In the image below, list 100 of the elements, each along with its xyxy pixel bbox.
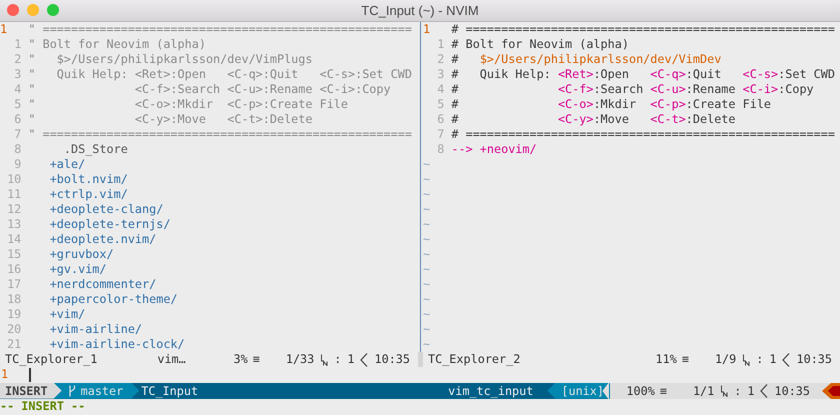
clock-time: 10:35 xyxy=(374,352,410,367)
empty-line-marker: ~ xyxy=(423,262,430,277)
line-number: 14 xyxy=(6,232,22,247)
line-number: 2 xyxy=(13,52,22,67)
code-line: # $>/Users/philipkarlsson/dev/VimDev xyxy=(451,52,722,67)
code-line: " $>/Users/philipkarlsson/dev/VimPlugs xyxy=(28,52,312,67)
menu-glyph: ≡ xyxy=(252,352,260,367)
line-number: 6 xyxy=(13,112,22,127)
line-position: 1/33 xyxy=(286,352,314,367)
zoom-button[interactable] xyxy=(47,4,59,16)
line-number-icon xyxy=(320,354,328,366)
code-line: " ==================================================== xyxy=(28,22,412,37)
empty-line-marker: ~ xyxy=(423,157,430,172)
code-line: # ==================================================== xyxy=(451,127,835,142)
line-number: 8 xyxy=(436,142,444,157)
code-line: +papercolor-theme/ xyxy=(48,292,178,307)
line-number: 1 xyxy=(436,37,444,52)
line-number-icon xyxy=(720,384,728,397)
column-number: 1 xyxy=(747,382,754,399)
line-number: 10 xyxy=(6,172,22,187)
code-line: +vim-airline-clock/ xyxy=(48,337,185,352)
line-number: 5 xyxy=(13,97,22,112)
line-number: 7 xyxy=(436,127,444,142)
branch-name: master xyxy=(80,382,124,399)
close-button[interactable] xyxy=(7,4,19,16)
filetype-label: vim… xyxy=(157,352,186,367)
line-number: 2 xyxy=(436,52,444,67)
line-number: 21 xyxy=(6,337,22,352)
line-number: 4 xyxy=(13,82,22,97)
line-number: 11 xyxy=(6,187,22,202)
separator-glyph: : xyxy=(734,382,742,399)
line-number: 15 xyxy=(6,247,22,262)
chevron-left-icon xyxy=(782,352,790,366)
chevron-left-icon xyxy=(360,352,368,366)
code-line: " ==================================================== xyxy=(28,127,412,142)
line-number: 1 xyxy=(13,37,22,52)
code-line: +gruvbox/ xyxy=(48,247,114,262)
code-line: " <C-f>:Search <C-u>:Rename <C-i>:Copy xyxy=(28,82,391,97)
code-line: +ale/ xyxy=(48,157,86,172)
menu-glyph: ≡ xyxy=(660,382,667,399)
line-number: 8 xyxy=(13,142,22,157)
window-name: TC_Explorer_1 xyxy=(4,352,98,367)
chevron-left-icon xyxy=(760,384,768,398)
file-name: TC_Input xyxy=(140,382,198,399)
code-line: .DS_Store xyxy=(62,142,128,157)
empty-line-marker: ~ xyxy=(423,217,430,232)
code-line: +ctrlp.vim/ xyxy=(48,187,128,202)
code-line: +deoplete.nvim/ xyxy=(48,232,156,247)
window-title: TC_Input (~) - NVIM xyxy=(361,3,479,18)
scroll-percent: 3% xyxy=(234,352,248,367)
empty-line-marker: ~ xyxy=(423,337,430,352)
mode-indicator: INSERT xyxy=(0,382,62,399)
line-number: 4 xyxy=(436,82,444,97)
empty-line-marker: ~ xyxy=(423,172,430,187)
line-position: 1/9 xyxy=(714,352,736,367)
code-line: # <C-o>:Mkdir <C-p>:Create File xyxy=(451,97,772,112)
window-name: TC_Explorer_2 xyxy=(427,352,520,367)
edge-marker-icon xyxy=(822,382,840,399)
line-number: 1 xyxy=(1,367,10,382)
code-line: --> +neovim/ xyxy=(451,142,537,157)
code-line: # ==================================================== xyxy=(451,22,835,37)
scroll-percent: 11% xyxy=(656,352,677,367)
line-number: 16 xyxy=(6,262,22,277)
empty-line-marker: ~ xyxy=(423,277,430,292)
line-number: 6 xyxy=(436,112,444,127)
minimize-button[interactable] xyxy=(27,4,39,16)
line-number: 19 xyxy=(6,307,22,322)
code-line: +nerdcommenter/ xyxy=(48,277,156,292)
line-number-icon xyxy=(742,354,750,366)
line-number: 20 xyxy=(6,322,22,337)
empty-line-marker: ~ xyxy=(423,307,430,322)
mode-message: -- INSERT -- xyxy=(0,398,86,413)
empty-line-marker: ~ xyxy=(423,322,430,337)
empty-line-marker: ~ xyxy=(423,292,430,307)
line-number: 3 xyxy=(436,67,444,82)
line-number: 3 xyxy=(13,67,22,82)
code-line: +gv.vim/ xyxy=(48,262,107,277)
scroll-percent: 100% xyxy=(626,382,655,399)
code-line: +bolt.nvim/ xyxy=(48,172,128,187)
filetype-label: vim_tc_input xyxy=(448,382,534,399)
column-number: 1 xyxy=(347,352,354,367)
line-number: 18 xyxy=(6,292,22,307)
line-number: 7 xyxy=(13,127,22,142)
line-number: 1 xyxy=(423,22,432,37)
empty-line-marker: ~ xyxy=(423,232,430,247)
line-number: 13 xyxy=(6,217,22,232)
code-line: " Quik Help: <Ret>:Open <C-q>:Quit <C-s>:Set CWD xyxy=(28,67,412,82)
code-line: # Bolt for Neovim (alpha) xyxy=(451,37,629,52)
clock-time: 10:35 xyxy=(796,352,832,367)
line-number: 9 xyxy=(13,157,22,172)
branch-icon xyxy=(68,384,76,397)
empty-line-marker: ~ xyxy=(423,187,430,202)
empty-line-marker: ~ xyxy=(423,202,430,217)
empty-line-marker: ~ xyxy=(423,247,430,262)
line-position: 1/1 xyxy=(692,382,714,399)
clock-time: 10:35 xyxy=(774,382,810,399)
code-line: # <C-f>:Search <C-u>:Rename <C-i>:Copy xyxy=(451,82,814,97)
code-line: " <C-o>:Mkdir <C-p>:Create File xyxy=(28,97,348,112)
separator-glyph: : xyxy=(756,352,764,367)
code-line: # <C-y>:Move <C-t>:Delete xyxy=(451,112,736,127)
